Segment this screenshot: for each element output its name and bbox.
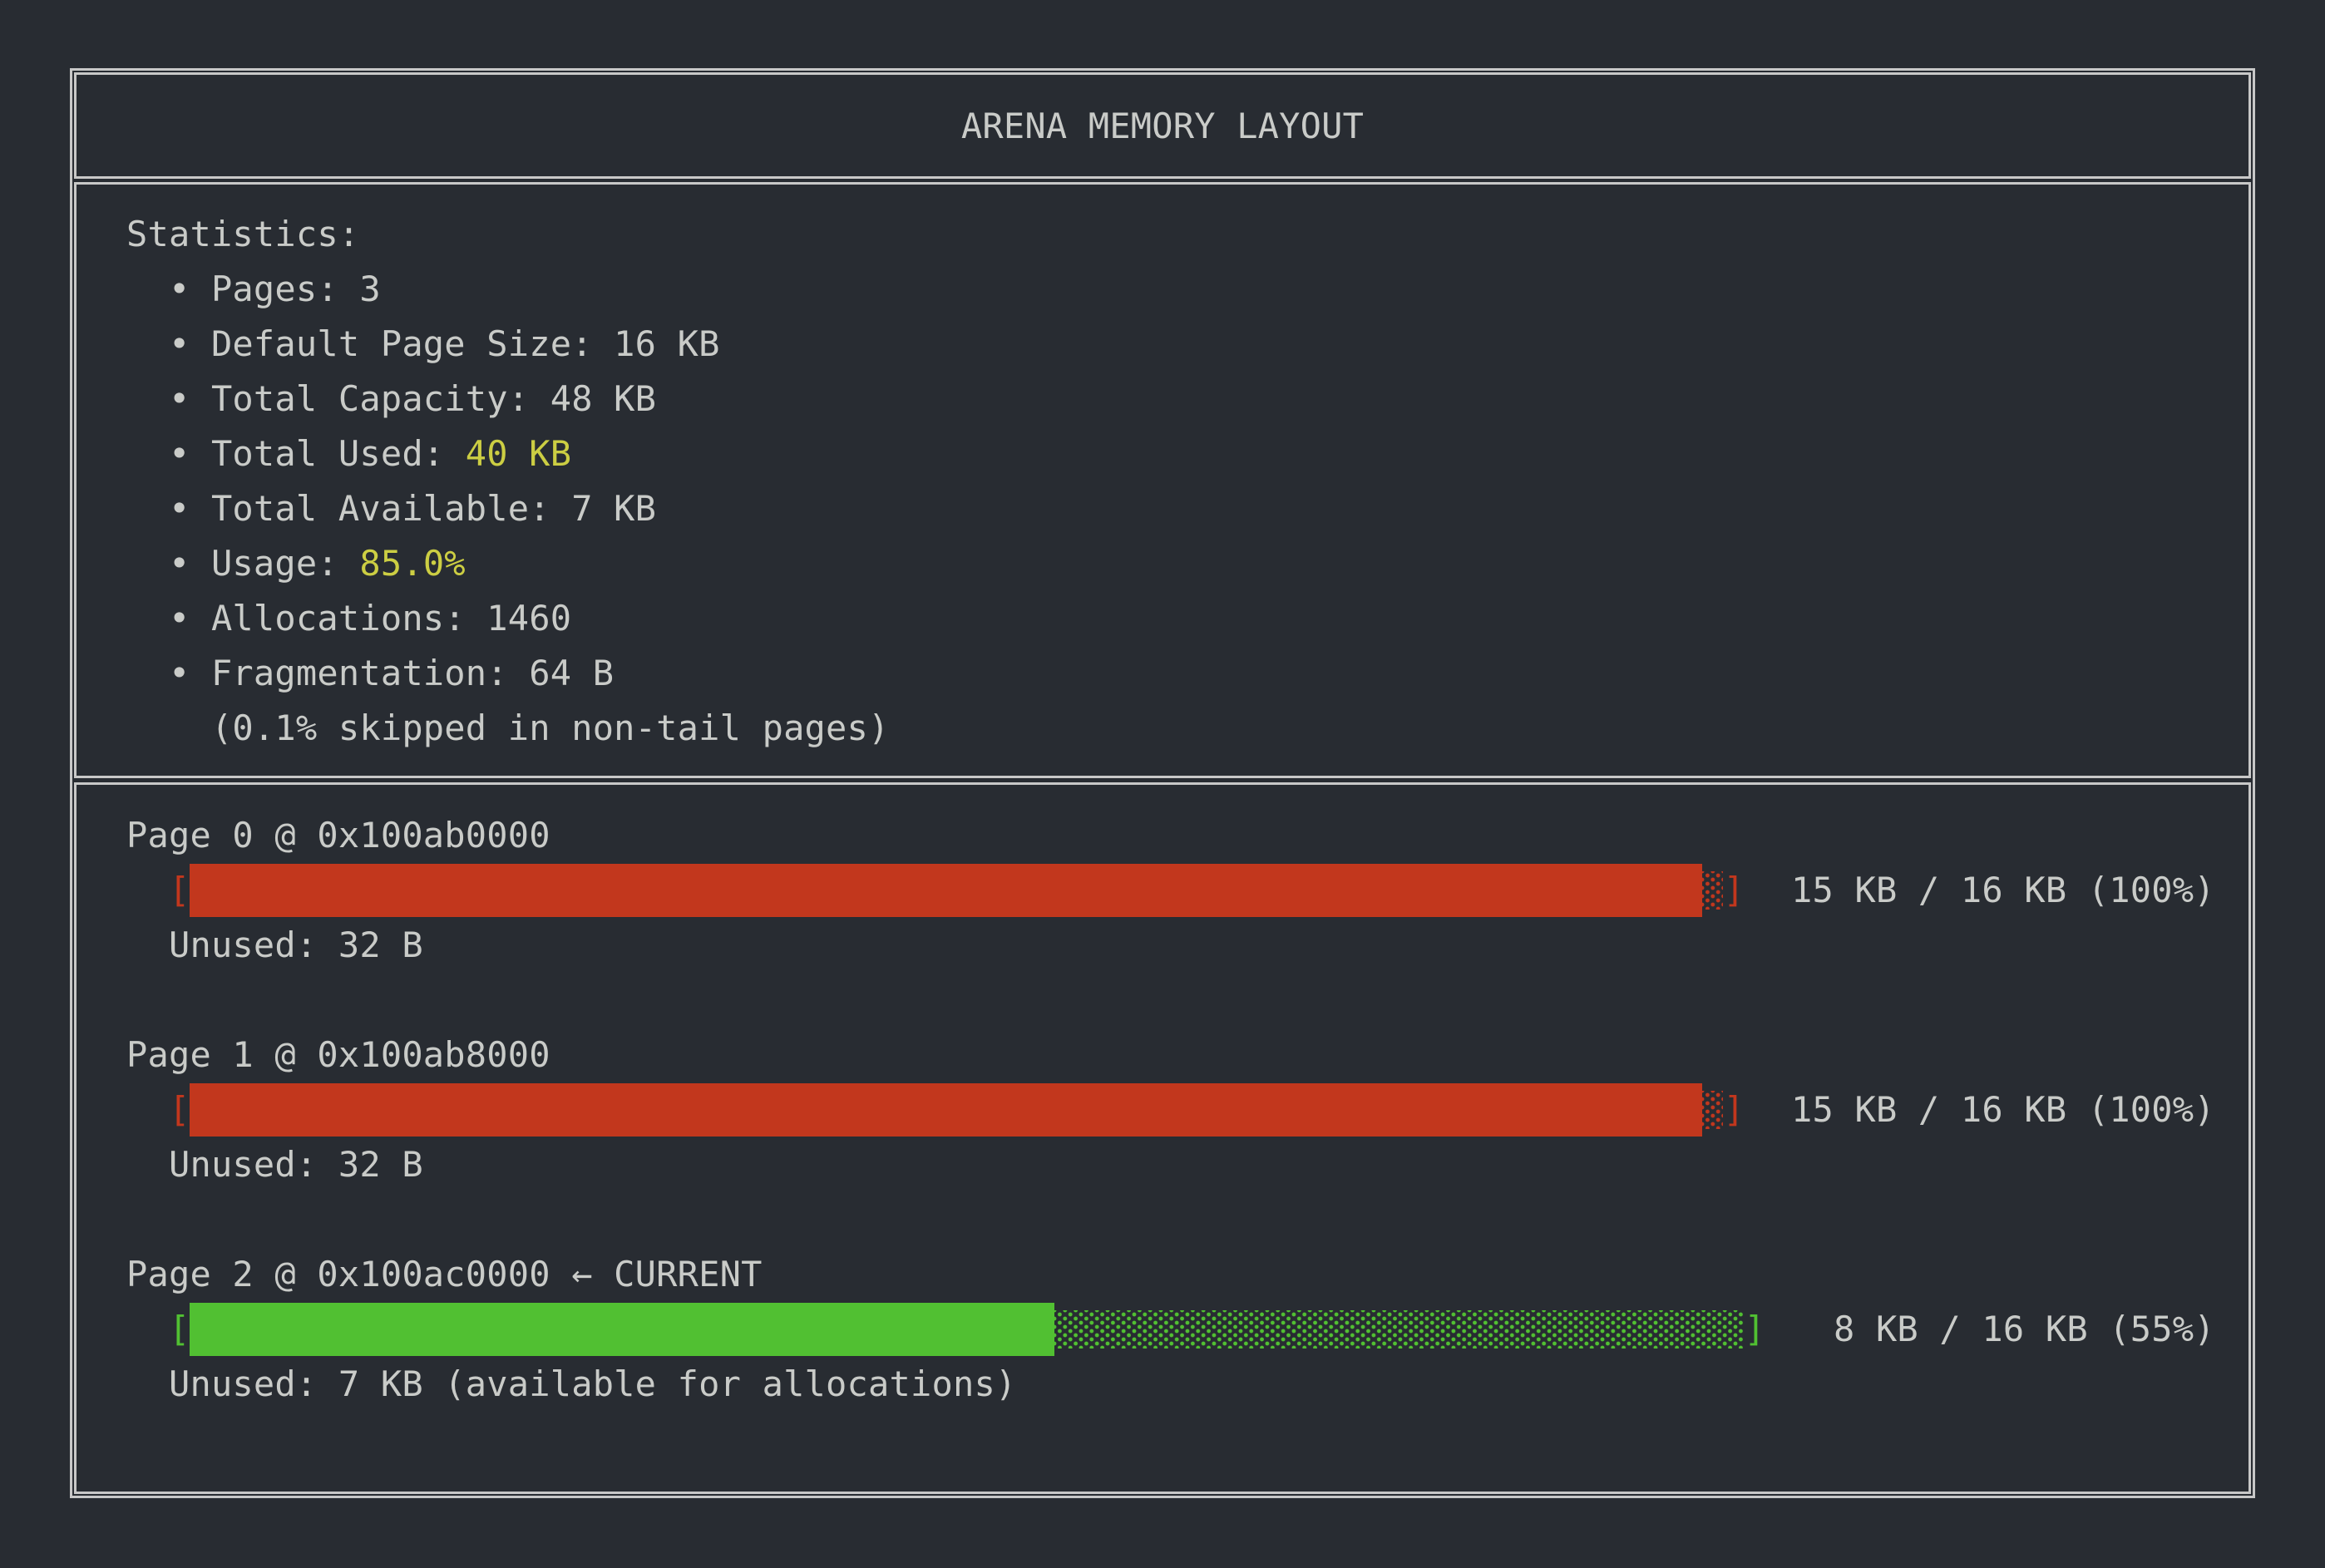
stat-line: • Allocations: 1460 [126, 591, 2248, 646]
statistics-list: • Pages: 3 • Default Page Size: 16 KB • … [126, 262, 2248, 756]
bar-used-segment [190, 864, 1702, 917]
stat-text: • Allocations: 1460 [126, 598, 571, 639]
bar-usage-label: 15 KB / 16 KB (100%) [1791, 1082, 2215, 1137]
stat-text: • Total Used: [126, 433, 466, 474]
stat-line: • Default Page Size: 16 KB [126, 317, 2248, 372]
stat-line: • Usage: 85.0% [126, 536, 2248, 591]
statistics-section: Statistics: • Pages: 3 • Default Page Si… [74, 182, 2251, 778]
title-section: ARENA MEMORY LAYOUT [74, 72, 2251, 179]
page-block: Page 0 @ 0x100ab0000 [] 15 KB / 16 KB (10… [126, 808, 2248, 1028]
page-title: Page 0 @ 0x100ab0000 [126, 808, 2248, 863]
spacer-line [126, 1192, 2248, 1247]
terminal-screen: ARENA MEMORY LAYOUT Statistics: • Pages:… [0, 0, 2325, 1568]
stat-text: • Fragmentation: 64 B [126, 653, 614, 693]
bar-close-bracket: ] [1744, 1302, 1765, 1357]
stat-line: • Total Capacity: 48 KB [126, 372, 2248, 427]
bar-open-bracket: [ [126, 863, 190, 918]
spacer-line [126, 1412, 2248, 1467]
page-unused-line: Unused: 32 B [126, 918, 2248, 973]
stat-line: • Fragmentation: 64 B [126, 646, 2248, 701]
stat-text: (0.1% skipped in non-tail pages) [126, 708, 890, 748]
pages-list: Page 0 @ 0x100ab0000 [] 15 KB / 16 KB (10… [126, 808, 2248, 1467]
stat-line: • Pages: 3 [126, 262, 2248, 317]
statistics-heading: Statistics: [126, 207, 2248, 262]
bar-open-bracket: [ [126, 1302, 190, 1357]
pages-section: Page 0 @ 0x100ab0000 [] 15 KB / 16 KB (10… [74, 782, 2251, 1494]
page-unused-line: Unused: 7 KB (available for allocations) [126, 1357, 2248, 1412]
bar-close-bracket: ] [1723, 863, 1745, 918]
memory-bar-row: [] 15 KB / 16 KB (100%) [126, 1082, 2248, 1137]
page-block: Page 1 @ 0x100ab8000 [] 15 KB / 16 KB (10… [126, 1028, 2248, 1247]
page-title: Page 2 @ 0x100ac0000 ← CURRENT [126, 1247, 2248, 1302]
bar-open-bracket: [ [126, 1082, 190, 1137]
panel-title: ARENA MEMORY LAYOUT [961, 106, 1364, 146]
stat-line: • Total Used: 40 KB [126, 427, 2248, 481]
bar-free-segment [1702, 1091, 1723, 1129]
bar-usage-label: 8 KB / 16 KB (55%) [1791, 1302, 2215, 1357]
arena-layout-panel: ARENA MEMORY LAYOUT Statistics: • Pages:… [70, 68, 2255, 1498]
page-block: Page 2 @ 0x100ac0000 ← CURRENT [] 8 KB /… [126, 1247, 2248, 1467]
stat-text: • Default Page Size: 16 KB [126, 323, 720, 364]
stat-line: • Total Available: 7 KB [126, 481, 2248, 536]
memory-bar-row: [] 15 KB / 16 KB (100%) [126, 863, 2248, 918]
bar-close-bracket: ] [1723, 1082, 1745, 1137]
stat-value-highlight: 40 KB [466, 433, 571, 474]
bar-free-segment [1054, 1310, 1744, 1349]
spacer-line [126, 973, 2248, 1028]
stat-text: • Total Capacity: 48 KB [126, 378, 656, 419]
page-title: Page 1 @ 0x100ab8000 [126, 1028, 2248, 1082]
stat-text: • Pages: 3 [126, 269, 381, 309]
bar-usage-label: 15 KB / 16 KB (100%) [1791, 863, 2215, 918]
page-unused-line: Unused: 32 B [126, 1137, 2248, 1192]
memory-bar-row: [] 8 KB / 16 KB (55%) [126, 1302, 2248, 1357]
stat-text: • Usage: [126, 543, 359, 584]
stat-value-highlight: 85.0% [359, 543, 465, 584]
bar-used-segment [190, 1303, 1054, 1356]
stat-line: (0.1% skipped in non-tail pages) [126, 701, 2248, 756]
bar-free-segment [1702, 871, 1723, 910]
stat-text: • Total Available: 7 KB [126, 488, 656, 529]
bar-used-segment [190, 1083, 1702, 1137]
